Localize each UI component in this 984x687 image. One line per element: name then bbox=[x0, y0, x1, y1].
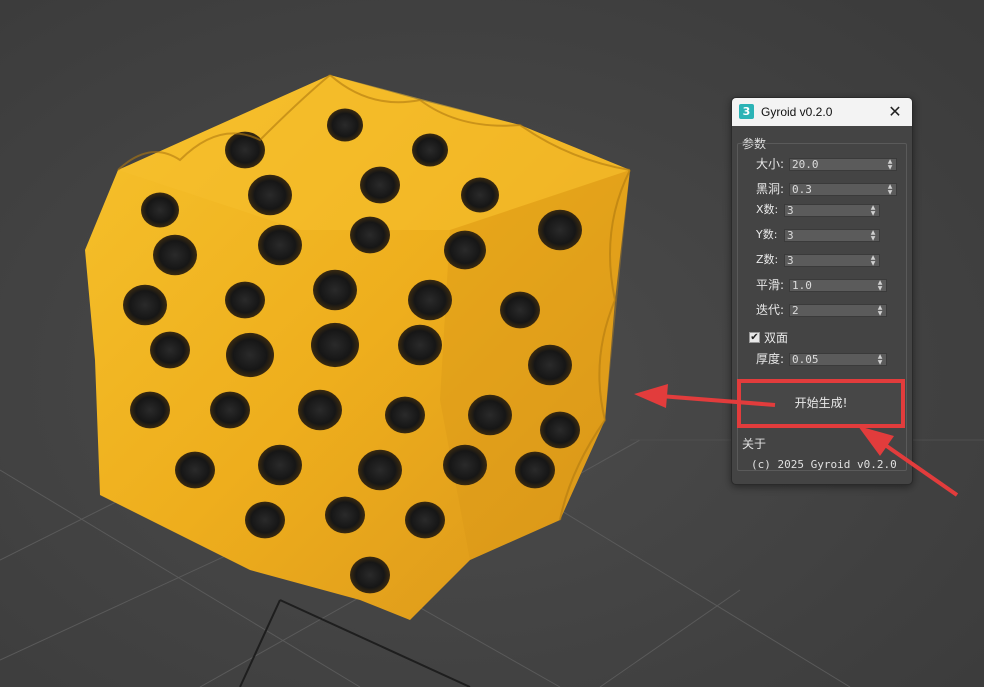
lattice-hole bbox=[412, 133, 448, 167]
x-count-spinner[interactable]: ▲▼ bbox=[784, 204, 880, 217]
param-label-z-count: Z数: bbox=[756, 253, 779, 266]
thickness-input[interactable] bbox=[792, 353, 872, 366]
lattice-hole bbox=[248, 174, 292, 216]
lattice-hole bbox=[358, 449, 402, 491]
param-label-x-count: X数: bbox=[756, 203, 779, 216]
spinner-arrows-icon[interactable]: ▲ ▼ bbox=[876, 354, 884, 366]
lattice-hole bbox=[515, 451, 555, 489]
spinner-arrows-icon[interactable]: ▲ ▼ bbox=[886, 184, 894, 196]
lattice-hole bbox=[405, 501, 445, 539]
lattice-hole bbox=[538, 209, 582, 251]
lattice-hole bbox=[327, 108, 363, 142]
y-count-input[interactable] bbox=[787, 229, 865, 242]
lattice-hole bbox=[461, 177, 499, 213]
lattice-hole bbox=[258, 444, 302, 486]
lattice-hole bbox=[225, 131, 265, 169]
lattice-hole bbox=[298, 389, 342, 431]
app-icon: 3 bbox=[739, 104, 754, 119]
blackhole-spinner[interactable]: ▲▼ bbox=[789, 183, 897, 196]
blackhole-input[interactable] bbox=[792, 183, 882, 196]
lattice-hole bbox=[528, 344, 572, 386]
lattice-hole bbox=[408, 279, 452, 321]
iterations-spinner[interactable]: ▲▼ bbox=[789, 304, 887, 317]
spinner-arrows-icon[interactable]: ▲ ▼ bbox=[869, 255, 877, 267]
params-group-label: 参数 bbox=[742, 137, 767, 151]
lattice-hole bbox=[325, 496, 365, 534]
lattice-hole bbox=[360, 166, 400, 204]
lattice-hole bbox=[123, 284, 167, 326]
lattice-hole bbox=[258, 224, 302, 266]
lattice-hole bbox=[350, 216, 390, 254]
param-label-iterations: 迭代: bbox=[756, 303, 785, 317]
lattice-hole bbox=[130, 391, 170, 429]
lattice-hole bbox=[153, 234, 197, 276]
thickness-spinner[interactable]: ▲▼ bbox=[789, 353, 887, 366]
param-label-blackhole: 黑洞: bbox=[756, 182, 785, 196]
lattice-hole bbox=[311, 322, 359, 368]
double-sided-label[interactable]: 双面 bbox=[764, 331, 788, 345]
spinner-arrows-icon[interactable]: ▲ ▼ bbox=[869, 230, 877, 242]
lattice-hole bbox=[141, 192, 179, 228]
lattice-hole bbox=[443, 444, 487, 486]
lattice-hole bbox=[226, 332, 274, 378]
size-input[interactable] bbox=[792, 158, 882, 171]
param-label-thickness: 厚度: bbox=[756, 352, 785, 366]
lattice-hole bbox=[350, 556, 390, 594]
spinner-arrows-icon[interactable]: ▲ ▼ bbox=[876, 280, 884, 292]
gyroid-dialog: 3 Gyroid v0.2.0 ✕ 参数 大小: ▲▼ 黑洞: ▲▼ X数: ▲… bbox=[731, 97, 913, 485]
x-count-input[interactable] bbox=[787, 204, 865, 217]
lattice-hole bbox=[540, 411, 580, 449]
smooth-input[interactable] bbox=[792, 279, 872, 292]
dialog-titlebar[interactable]: 3 Gyroid v0.2.0 ✕ bbox=[732, 98, 912, 126]
lattice-hole bbox=[500, 291, 540, 329]
param-label-size: 大小: bbox=[756, 157, 785, 171]
lattice-hole bbox=[225, 281, 265, 319]
spinner-arrows-icon[interactable]: ▲ ▼ bbox=[876, 305, 884, 317]
z-count-input[interactable] bbox=[787, 254, 865, 267]
double-sided-checkbox[interactable]: ✔ bbox=[749, 332, 760, 343]
close-icon: ✕ bbox=[888, 102, 902, 121]
lattice-hole bbox=[398, 324, 442, 366]
lattice-hole bbox=[468, 394, 512, 436]
smooth-spinner[interactable]: ▲▼ bbox=[789, 279, 887, 292]
param-label-smooth: 平滑: bbox=[756, 278, 785, 292]
lattice-hole bbox=[313, 269, 357, 311]
param-label-y-count: Y数: bbox=[756, 228, 778, 241]
lattice-hole bbox=[175, 451, 215, 489]
about-group-label: 关于 bbox=[742, 437, 767, 451]
y-count-spinner[interactable]: ▲▼ bbox=[784, 229, 880, 242]
about-text: (c) 2025 Gyroid v0.2.0 bbox=[751, 458, 897, 471]
size-spinner[interactable]: ▲▼ bbox=[789, 158, 897, 171]
start-generate-button[interactable]: 开始生成! bbox=[740, 381, 902, 425]
iterations-input[interactable] bbox=[792, 304, 872, 317]
close-button[interactable]: ✕ bbox=[884, 101, 906, 123]
lattice-hole bbox=[245, 501, 285, 539]
checkmark-icon: ✔ bbox=[750, 332, 759, 343]
lattice-hole bbox=[385, 396, 425, 434]
lattice-hole bbox=[150, 331, 190, 369]
spinner-arrows-icon[interactable]: ▲ ▼ bbox=[869, 205, 877, 217]
lattice-hole bbox=[210, 391, 250, 429]
dialog-title: Gyroid v0.2.0 bbox=[761, 105, 833, 119]
spinner-arrows-icon[interactable]: ▲ ▼ bbox=[886, 159, 894, 171]
z-count-spinner[interactable]: ▲▼ bbox=[784, 254, 880, 267]
lattice-hole bbox=[444, 230, 486, 270]
